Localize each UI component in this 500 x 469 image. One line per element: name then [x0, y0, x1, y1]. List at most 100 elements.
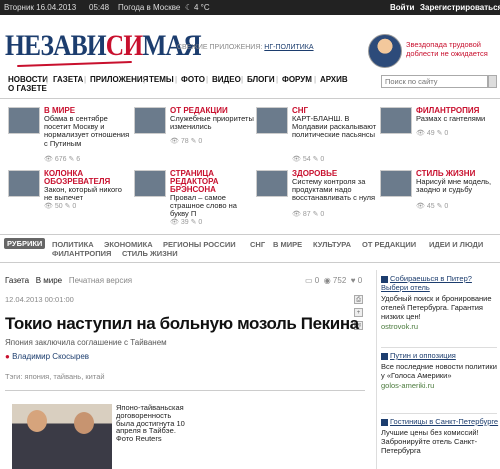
tile-title[interactable]: Систему контроля за продуктами надо восс…: [292, 177, 378, 203]
rubric-link[interactable]: ЭКОНОМИКА: [104, 240, 153, 249]
weather-link[interactable]: Погода в Москве: [118, 0, 180, 15]
ad-title[interactable]: Путин и оппозиция: [390, 351, 456, 360]
view-count: 752: [332, 276, 347, 285]
logo-part-red: СИ: [105, 29, 143, 62]
nav-item-archive[interactable]: АРХИВ: [320, 75, 348, 84]
divider: [381, 413, 497, 414]
article-photo[interactable]: [12, 404, 112, 469]
tile-title[interactable]: Провал – самое страшное слово на букву П: [170, 193, 256, 219]
breadcrumb-section[interactable]: В мире: [36, 276, 62, 285]
temperature-label: 4 °C: [194, 3, 210, 12]
print-icon[interactable]: ⎙: [354, 295, 363, 304]
tile-comments: 6: [76, 156, 81, 163]
tags-list[interactable]: япония, тайвань, китай: [25, 372, 105, 381]
news-tile[interactable]: СТИЛЬ ЖИЗНИ Нарисуй мне модель, заодно и…: [380, 169, 500, 228]
nav-item-video[interactable]: ВИДЕО: [212, 75, 241, 84]
rubric-link[interactable]: ИДЕИ И ЛЮДИ: [429, 240, 483, 249]
photo-caption: Японо-тайваньская договоренность была до…: [116, 403, 185, 444]
rubrics-bar: РУБРИКИ ПОЛИТИКА ЭКОНОМИКА РЕГИОНЫ РОССИ…: [0, 236, 500, 260]
divider: [0, 234, 500, 235]
news-tile[interactable]: ФИЛАНТРОПИЯ Размах с гантелями 👁 49 ✎ 0: [380, 106, 500, 165]
promo-link[interactable]: Звездопада трудовой доблести не ожидаетс…: [406, 40, 500, 58]
rubric-link[interactable]: ПОЛИТИКА: [52, 240, 94, 249]
tile-views: 54: [302, 156, 311, 163]
nav-item-forum[interactable]: ФОРУМ: [282, 75, 312, 84]
tile-title[interactable]: КАРТ-БЛАНШ. В Молдавии раскалывают полит…: [292, 114, 378, 140]
tile-title[interactable]: Закон, который никого не выпечет: [44, 185, 130, 202]
tile-category[interactable]: СТРАНИЦА РЕДАКТОРА БРЭНСОНА: [170, 169, 256, 195]
rubric-link[interactable]: СТИЛЬ ЖИЗНИ: [122, 249, 178, 258]
rubric-link[interactable]: В МИРЕ: [273, 240, 302, 249]
tile-title[interactable]: Нарисуй мне модель, заодно и судьбу: [416, 177, 500, 194]
news-tile[interactable]: СТРАНИЦА РЕДАКТОРА БРЭНСОНА Провал – сам…: [134, 169, 256, 228]
news-tile[interactable]: В МИРЕ Обама в сентябре посетит Москву и…: [8, 106, 130, 165]
nav-separator: |: [314, 75, 317, 84]
print-version-link[interactable]: Печатная версия: [69, 276, 132, 285]
promo-avatar[interactable]: [368, 34, 402, 68]
nav-item-photo[interactable]: ФОТО: [181, 75, 205, 84]
tile-title[interactable]: Обама в сентябре посетит Москву и нормал…: [44, 114, 130, 148]
article-date: 12.04.2013 00:01:00: [5, 295, 74, 304]
like-count: 0: [357, 276, 363, 285]
site-logo[interactable]: НЕЗАВИСИМАЯ: [5, 29, 202, 62]
news-tile[interactable]: СНГ КАРТ-БЛАНШ. В Молдавии раскалывают п…: [256, 106, 378, 165]
ad-block[interactable]: Путин и оппозиция Все последние новости …: [381, 351, 499, 390]
breadcrumb-paper[interactable]: Газета: [5, 276, 29, 285]
tile-thumbnail: [8, 107, 40, 134]
login-link[interactable]: Войти: [390, 0, 414, 15]
search-input[interactable]: [381, 75, 488, 88]
nav-item-topics[interactable]: ТЕМЫ: [149, 75, 174, 84]
nav-item-newspaper[interactable]: ГАЗЕТА: [53, 75, 83, 84]
nav-item-about[interactable]: О ГАЗЕТЕ: [8, 84, 47, 93]
nav-item-supplements[interactable]: ПРИЛОЖЕНИЯ: [90, 75, 148, 84]
divider: [5, 390, 365, 391]
nav-item-blogs[interactable]: БЛОГИ: [247, 75, 275, 84]
fresh-apps-link[interactable]: НГ-ПОЛИТИКА: [264, 44, 313, 51]
tile-thumbnail: [134, 107, 166, 134]
ad-block[interactable]: Собираешься в Питер? Выбери отель Удобны…: [381, 274, 499, 331]
tile-category[interactable]: КОЛОНКА ОБОЗРЕВАТЕЛЯ: [44, 169, 130, 186]
divider: [381, 347, 497, 348]
tile-comments: 0: [198, 138, 203, 145]
search-button[interactable]: [488, 75, 497, 88]
ad-url[interactable]: golos-ameriki.ru: [381, 381, 499, 390]
ad-icon: [381, 418, 388, 426]
rubric-link[interactable]: ФИЛАНТРОПИЯ: [52, 249, 111, 258]
author-link[interactable]: Владимир Скосырев: [12, 352, 89, 361]
tags-label: Тэги:: [5, 372, 23, 381]
nav-item-news[interactable]: НОВОСТИ: [8, 75, 48, 84]
ad-url[interactable]: ostrovok.ru: [381, 322, 499, 331]
news-tile[interactable]: КОЛОНКА ОБОЗРЕВАТЕЛЯ Закон, который нико…: [8, 169, 130, 228]
ad-title[interactable]: Собираешься в Питер? Выбери отель: [381, 274, 472, 292]
news-tile[interactable]: ОТ РЕДАКЦИИ Служебные приоритеты изменил…: [134, 106, 256, 165]
ad-block[interactable]: Гостиницы в Санкт-Петербурге Лучшие цены…: [381, 417, 499, 455]
tile-meta: 👁 87 ✎ 0: [292, 211, 325, 218]
ad-icon: [381, 275, 388, 283]
rubric-link[interactable]: РЕГИОНЫ РОССИИ: [163, 240, 236, 249]
tile-views: 676: [54, 156, 67, 163]
article-tags: Тэги: япония, тайвань, китай: [5, 372, 105, 381]
tile-title[interactable]: Размах с гантелями: [416, 114, 500, 123]
divider: [0, 262, 500, 263]
ad-title[interactable]: Гостиницы в Санкт-Петербурге: [390, 417, 498, 426]
rubric-link[interactable]: КУЛЬТУРА: [313, 240, 351, 249]
eye-icon: ◉: [323, 276, 331, 285]
tile-meta: 👁 50 ✎ 0: [44, 203, 77, 210]
rubrics-button[interactable]: РУБРИКИ: [4, 238, 46, 249]
ad-body: Лучшие цены без комиссий! Забронируйте о…: [381, 428, 479, 455]
tile-title[interactable]: Служебные приоритеты изменились: [170, 114, 256, 131]
ad-body: Все последние новости политики у «Голоса…: [381, 362, 497, 380]
nav-separator: |: [143, 75, 146, 84]
tile-meta: 👁 676 ✎ 6: [44, 156, 81, 163]
tile-thumbnail: [380, 107, 412, 134]
tile-views: 50: [54, 203, 63, 210]
logo-part-1: НЕЗАВИ: [5, 29, 107, 62]
rubric-link[interactable]: ОТ РЕДАКЦИИ: [362, 240, 416, 249]
tile-views: 49: [426, 130, 435, 137]
rubric-link[interactable]: СНГ: [250, 240, 265, 249]
news-tile[interactable]: ЗДОРОВЬЕ Систему контроля за продуктами …: [256, 169, 378, 228]
ad-icon: [381, 352, 388, 360]
register-link[interactable]: Зарегистрироваться: [420, 0, 500, 15]
article-author: ● Владимир Скосырев: [5, 352, 89, 361]
fresh-apps-label: СВЕЖИЕ ПРИЛОЖЕНИЯ:: [177, 44, 263, 51]
